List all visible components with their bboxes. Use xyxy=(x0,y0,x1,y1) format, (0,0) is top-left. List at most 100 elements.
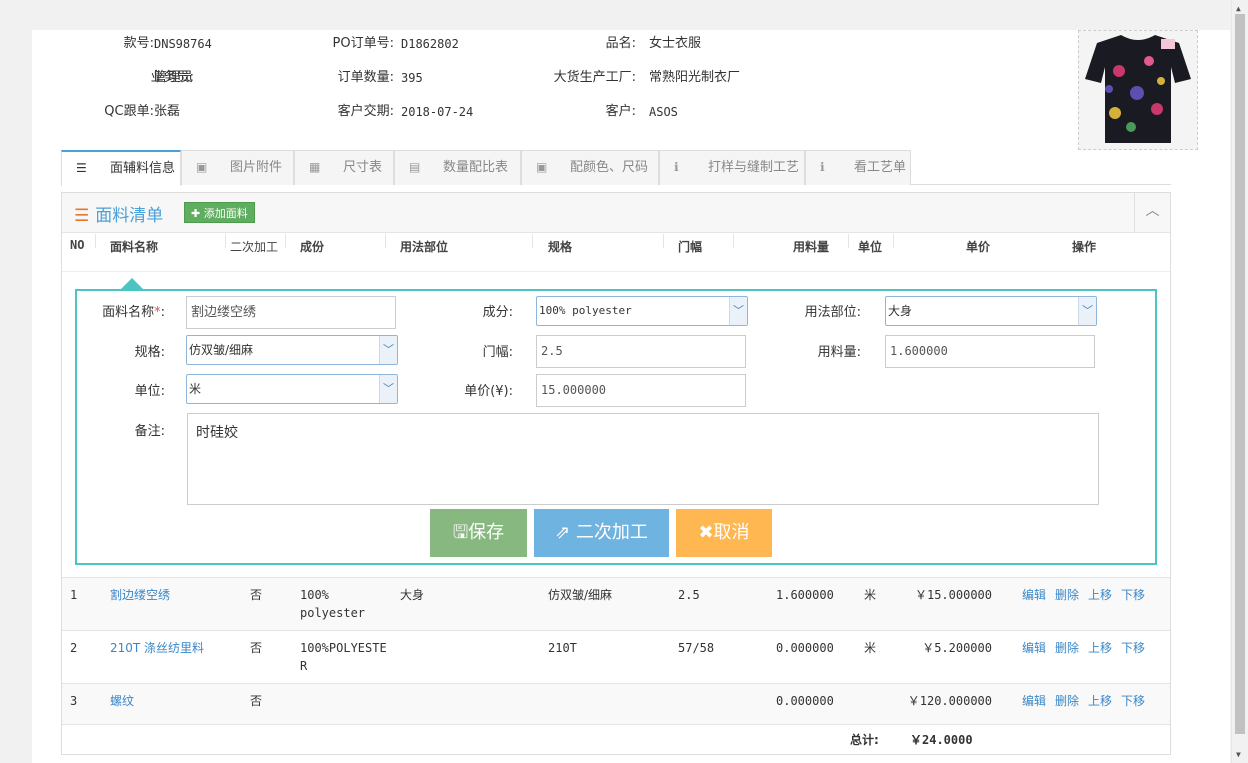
chevron-down-icon: ﹀ xyxy=(729,297,747,325)
tab-view-process[interactable]: ℹ 看工艺单 xyxy=(805,150,911,185)
column-divider xyxy=(285,234,286,248)
col-usage: 用法部位 xyxy=(400,240,449,254)
row-no: 2 xyxy=(70,641,78,655)
usage-select[interactable]: 大身 ﹀ xyxy=(885,296,1097,326)
style-no-value: DNS98764 xyxy=(154,37,212,51)
col-name: 面料名称 xyxy=(110,240,159,254)
plus-icon: ✚ xyxy=(191,207,204,220)
row-secondary: 否 xyxy=(250,641,263,655)
row-unit: 米 xyxy=(864,641,877,655)
col-actions: 操作 xyxy=(1072,240,1097,254)
edit-link[interactable]: 编辑 xyxy=(1022,639,1046,656)
edit-link[interactable]: 编辑 xyxy=(1022,586,1046,603)
column-divider xyxy=(225,234,226,248)
row-no: 3 xyxy=(70,694,78,708)
amount-label: 用料量: xyxy=(817,345,861,360)
tab-bar: ☰ 面辅料信息 ▣ 图片附件 ▦ 尺寸表 ▤ 数量配比表 ▣ 配颜色、尺码 ℹ 打样与缝制工… xyxy=(61,150,1171,186)
col-price: 单价 xyxy=(966,240,991,254)
row-usage: 大身 xyxy=(400,588,425,602)
share-icon: ⇗ xyxy=(555,522,576,543)
list-icon: ☰ xyxy=(76,161,87,175)
qc-value: 张磊 xyxy=(154,104,181,119)
column-divider xyxy=(95,234,96,248)
composition-select[interactable]: 100% polyester ﹀ xyxy=(536,296,748,326)
image-icon: ▣ xyxy=(196,160,208,174)
chevron-up-icon[interactable]: ︿ xyxy=(1134,193,1170,233)
row-price: ￥5.200000 xyxy=(922,641,992,655)
vertical-scrollbar[interactable]: ▲ ▼ xyxy=(1231,0,1248,763)
tab-image-attachments[interactable]: ▣ 图片附件 xyxy=(181,150,294,185)
column-divider xyxy=(385,234,386,248)
garment-image-icon xyxy=(1079,31,1197,149)
tab-quantity-ratio[interactable]: ▤ 数量配比表 xyxy=(394,150,521,185)
move-up-link[interactable]: 上移 xyxy=(1088,692,1112,709)
info-icon: ℹ xyxy=(674,160,679,174)
add-material-button[interactable]: ✚ 添加面料 xyxy=(184,202,255,223)
spec-label: 规格: xyxy=(134,345,165,360)
image-icon: ▣ xyxy=(536,160,548,174)
chevron-down-icon: ﹀ xyxy=(379,336,397,364)
material-name-input[interactable]: 割边缕空绣 xyxy=(186,296,396,329)
row-name-link[interactable]: 210T 涤丝纺里料 xyxy=(110,639,204,657)
info-icon: ℹ xyxy=(820,160,825,174)
customer-value: ASOS xyxy=(649,105,678,119)
note-textarea[interactable]: 时硅姣 xyxy=(187,413,1099,505)
col-amount: 用料量 xyxy=(793,240,830,254)
column-divider xyxy=(893,234,894,248)
tab-material-info[interactable]: ☰ 面辅料信息 xyxy=(61,150,181,186)
spec-select[interactable]: 仿双皱/细麻 ﹀ xyxy=(186,335,398,365)
save-button[interactable]: 🖫保存 xyxy=(430,509,527,557)
note-label: 备注: xyxy=(134,424,165,439)
total-label: 总计: xyxy=(850,733,879,747)
composition-label: 成分: xyxy=(482,305,513,320)
scroll-up-icon[interactable]: ▲ xyxy=(1236,4,1241,13)
delete-link[interactable]: 删除 xyxy=(1055,639,1079,656)
col-width: 门幅 xyxy=(678,240,703,254)
amount-input[interactable]: 1.600000 xyxy=(885,335,1095,368)
price-input[interactable]: 15.000000 xyxy=(536,374,746,407)
delete-link[interactable]: 删除 xyxy=(1055,586,1079,603)
tab-color-size[interactable]: ▣ 配颜色、尺码 xyxy=(521,150,659,185)
qc-label: QC跟单: xyxy=(104,104,154,119)
edit-link[interactable]: 编辑 xyxy=(1022,692,1046,709)
list-icon: ☰ xyxy=(74,206,90,226)
save-icon: 🖫 xyxy=(452,522,469,543)
order-page: 款号: DNS98764 PO订单号: D1862802 品名: 女士衣服 业务… xyxy=(32,30,1230,763)
style-no-label: 款号: xyxy=(123,36,154,51)
tab-size-chart[interactable]: ▦ 尺寸表 xyxy=(294,150,394,185)
info-row-2: 业务员: 管理员 订单数量: 395 大货生产工厂: 常熟阳光制衣厂 xyxy=(32,68,1072,88)
tab-sampling-sewing[interactable]: ℹ 打样与缝制工艺 xyxy=(659,150,805,185)
row-name-link[interactable]: 螺纹 xyxy=(110,692,134,710)
row-secondary: 否 xyxy=(250,588,263,602)
row-no: 1 xyxy=(70,588,78,602)
move-down-link[interactable]: 下移 xyxy=(1121,639,1145,656)
usage-label: 用法部位: xyxy=(804,305,861,320)
move-down-link[interactable]: 下移 xyxy=(1121,586,1145,603)
info-row-1: 款号: DNS98764 PO订单号: D1862802 品名: 女士衣服 xyxy=(32,34,1072,54)
table-icon: ▦ xyxy=(309,160,321,174)
row-price: ￥120.000000 xyxy=(907,694,992,708)
product-label: 品名: xyxy=(605,36,636,51)
delete-link[interactable]: 删除 xyxy=(1055,692,1079,709)
column-divider xyxy=(532,234,533,248)
cancel-button[interactable]: ✖取消 xyxy=(676,509,772,557)
name-label: 面料名称*: xyxy=(102,305,165,320)
po-value: D1862802 xyxy=(401,37,459,51)
row-amount: 0.000000 xyxy=(776,694,834,708)
width-input[interactable]: 2.5 xyxy=(536,335,746,368)
move-up-link[interactable]: 上移 xyxy=(1088,639,1112,656)
move-down-link[interactable]: 下移 xyxy=(1121,692,1145,709)
col-secondary: 二次加工 xyxy=(230,240,279,254)
secondary-process-button[interactable]: ⇗ 二次加工 xyxy=(534,509,669,557)
unit-select[interactable]: 米 ﹀ xyxy=(186,374,398,404)
move-up-link[interactable]: 上移 xyxy=(1088,586,1112,603)
product-image[interactable] xyxy=(1078,30,1198,150)
row-width: 2.5 xyxy=(678,588,700,602)
row-amount: 1.600000 xyxy=(776,588,834,602)
row-name-link[interactable]: 割边缕空绣 xyxy=(110,586,170,604)
row-composition: 100% polyester xyxy=(300,588,366,620)
scroll-down-icon[interactable]: ▼ xyxy=(1236,750,1241,759)
delivery-label: 客户交期: xyxy=(337,104,394,119)
scroll-thumb[interactable] xyxy=(1235,14,1245,734)
product-value: 女士衣服 xyxy=(649,36,702,51)
